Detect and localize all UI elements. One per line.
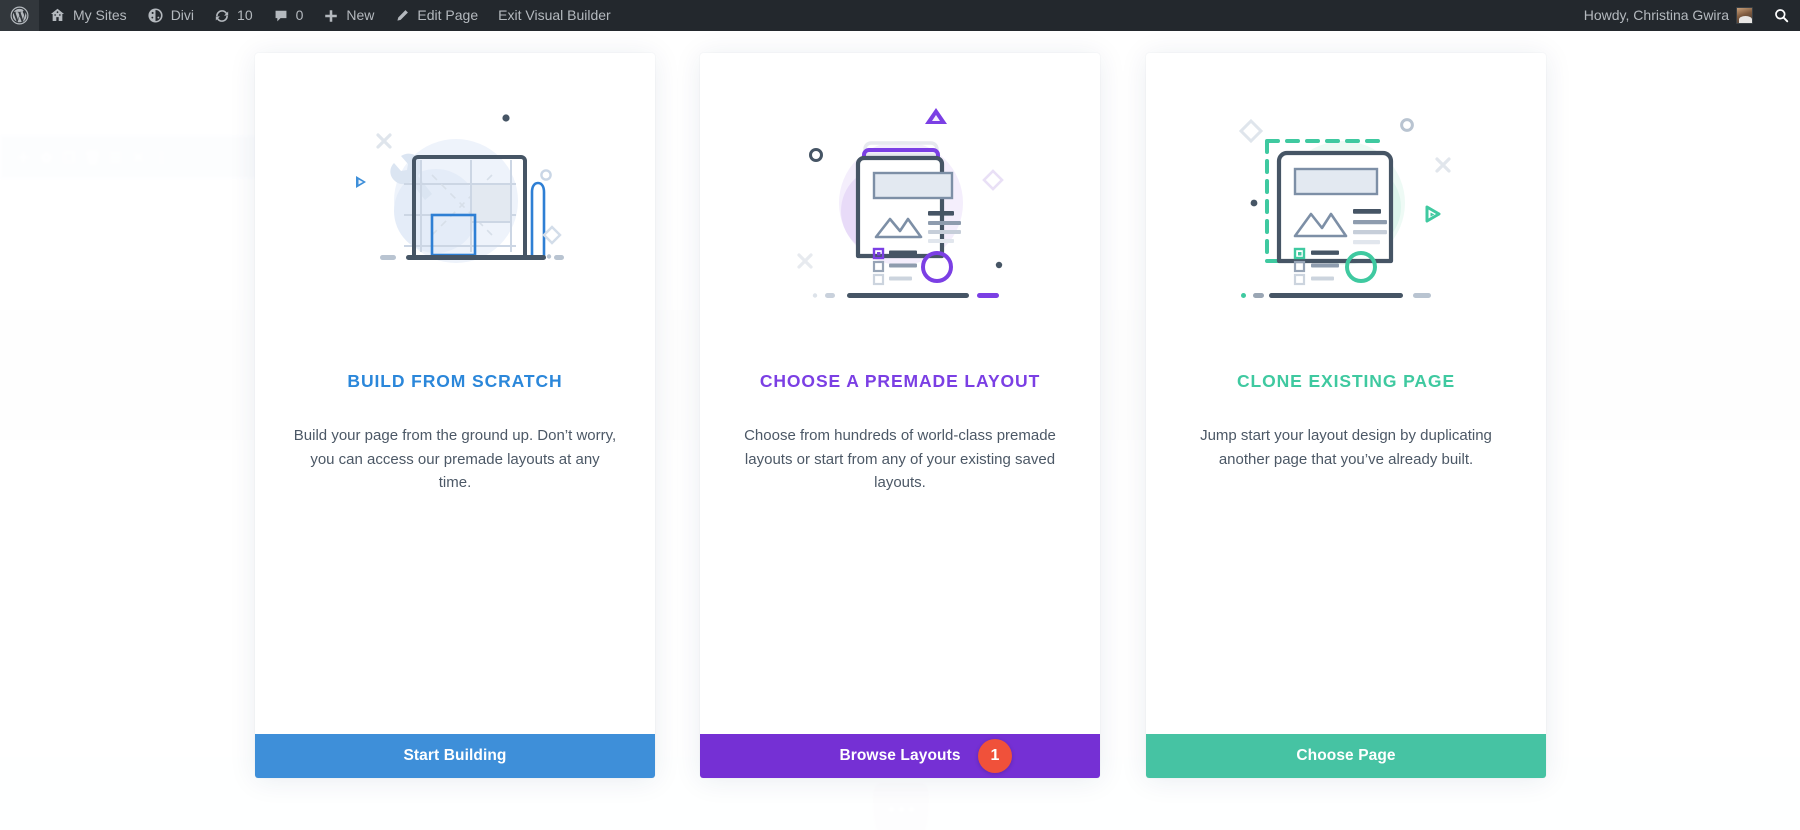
choose-page-button[interactable]: Choose Page xyxy=(1146,734,1546,778)
wordpress-logo-icon xyxy=(10,6,29,25)
clone-page-dashed-selection-illustration xyxy=(1184,53,1508,353)
my-account-menu[interactable]: Howdy, Christina Gwira xyxy=(1574,0,1763,31)
start-building-label: Start Building xyxy=(403,747,507,764)
search-icon xyxy=(1773,7,1790,24)
edit-page-menu[interactable]: Edit Page xyxy=(384,0,488,31)
page-creation-overlay: BUILD FROM SCRATCH Build your page from … xyxy=(0,31,1800,830)
card-title: CLONE EXISTING PAGE xyxy=(1236,371,1456,391)
card-title: BUILD FROM SCRATCH xyxy=(347,371,563,391)
divi-icon xyxy=(147,7,164,24)
updates-menu[interactable]: 10 xyxy=(204,0,263,31)
card-clone-existing-page[interactable]: CLONE EXISTING PAGE Jump start your layo… xyxy=(1146,53,1546,778)
adminbar-spacer xyxy=(621,0,1574,31)
blueprint-wrench-pencil-illustration xyxy=(293,53,617,353)
divi-label: Divi xyxy=(170,7,195,23)
updates-icon xyxy=(214,8,230,24)
card-description: Jump start your layout design by duplica… xyxy=(1200,427,1492,468)
visual-builder-canvas: ✛ ✿ ❐ 🗑 ☰ ✕ ⋮ xyxy=(0,31,1800,830)
comments-count: 0 xyxy=(295,7,304,23)
browse-layouts-label: Browse Layouts xyxy=(839,747,961,764)
card-build-from-scratch[interactable]: BUILD FROM SCRATCH Build your page from … xyxy=(255,53,655,778)
new-content-menu[interactable]: New xyxy=(313,0,384,31)
card-description: Build your page from the ground up. Don’… xyxy=(293,427,617,492)
wp-admin-bar: My Sites Divi 10 0 New Edit Page Exit Vi… xyxy=(0,0,1800,31)
new-content-label: New xyxy=(346,7,375,23)
choose-page-label: Choose Page xyxy=(1296,747,1396,764)
plus-icon xyxy=(323,8,339,24)
comments-icon xyxy=(273,8,289,24)
howdy-label: Howdy, Christina Gwira xyxy=(1583,7,1729,23)
wordpress-logo-menu[interactable] xyxy=(0,0,39,31)
card-body: CHOOSE A PREMADE LAYOUT Choose from hund… xyxy=(700,53,1100,734)
edit-page-label: Edit Page xyxy=(417,7,479,23)
my-sites-icon xyxy=(49,7,66,24)
exit-visual-builder-label: Exit Visual Builder xyxy=(498,7,611,23)
comments-menu[interactable]: 0 xyxy=(263,0,314,31)
card-title: CHOOSE A PREMADE LAYOUT xyxy=(759,371,1041,391)
card-choose-premade-layout[interactable]: CHOOSE A PREMADE LAYOUT Choose from hund… xyxy=(700,53,1100,778)
start-building-button[interactable]: Start Building xyxy=(255,734,655,778)
my-sites-menu[interactable]: My Sites xyxy=(39,0,137,31)
updates-count: 10 xyxy=(237,7,253,23)
pencil-icon xyxy=(394,8,410,24)
card-body: CLONE EXISTING PAGE Jump start your layo… xyxy=(1146,53,1546,734)
premade-layout-page-illustration xyxy=(738,53,1062,353)
status-badge: 1 xyxy=(978,739,1012,773)
card-body: BUILD FROM SCRATCH Build your page from … xyxy=(255,53,655,734)
divi-menu[interactable]: Divi xyxy=(137,0,204,31)
card-description: Choose from hundreds of world-class prem… xyxy=(744,427,1056,492)
my-sites-label: My Sites xyxy=(73,7,127,23)
adminbar-search-button[interactable] xyxy=(1763,0,1800,31)
exit-visual-builder-menu[interactable]: Exit Visual Builder xyxy=(488,0,621,31)
avatar xyxy=(1736,7,1753,24)
browse-layouts-button[interactable]: Browse Layouts 1 xyxy=(700,734,1100,778)
